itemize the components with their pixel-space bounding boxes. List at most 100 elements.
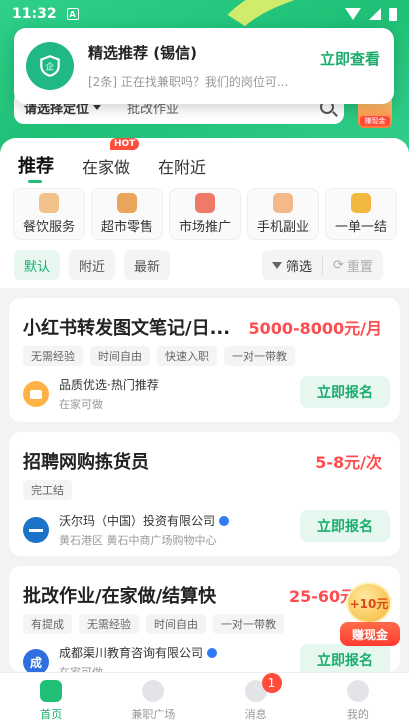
signal-icon	[369, 8, 381, 20]
shopping-bag-icon	[117, 193, 137, 213]
view-now-button[interactable]: 立即查看	[320, 48, 380, 69]
nav-label: 首页	[40, 707, 63, 721]
job-tag: 时间自由	[146, 614, 206, 634]
wifi-icon	[345, 8, 361, 20]
job-title: 招聘网购拣货员	[23, 452, 149, 473]
sort-default[interactable]: 默认	[14, 250, 61, 280]
sort-options: 默认 附近 最新	[14, 250, 171, 280]
walmart-logo-icon	[29, 528, 43, 532]
compass-icon	[142, 679, 165, 702]
filter-controls: 筛选 ⟳ 重置	[262, 250, 383, 280]
job-pay: 5-8元/次	[315, 453, 382, 472]
job-tags: 有提成 无需经验 时间自由 一对一带教	[23, 614, 284, 634]
briefcase-icon	[30, 389, 42, 399]
category-label: 一单一结	[334, 220, 387, 235]
tab-recommend[interactable]: 推荐	[18, 152, 54, 183]
category-label: 餐饮服务	[22, 220, 75, 235]
job-tag: 无需经验	[23, 346, 83, 366]
company-name: 成都渠川教育咨询有限公司	[59, 646, 204, 660]
category-phone-side-job[interactable]: 手机副业	[247, 188, 319, 240]
company-avatar	[23, 381, 49, 407]
battery-icon	[389, 7, 397, 21]
category-label: 手机副业	[256, 220, 309, 235]
apply-button[interactable]: 立即报名	[300, 510, 390, 542]
nav-label: 我的	[346, 707, 369, 721]
reset-button[interactable]: ⟳ 重置	[322, 255, 383, 275]
chef-icon	[39, 193, 59, 213]
sort-latest[interactable]: 最新	[124, 250, 171, 280]
tab-nearby[interactable]: 在附近	[158, 154, 206, 178]
reward-label: 赚现金	[340, 622, 400, 646]
filter-button[interactable]: 筛选	[262, 256, 322, 275]
company-avatar: 成	[23, 649, 49, 672]
job-card[interactable]: 招聘网购拣货员 5-8元/次 完工结 沃尔玛（中国）投资有限公司 黄石港区 黄石…	[9, 432, 400, 556]
profile-icon	[346, 679, 369, 702]
reset-label: 重置	[346, 259, 373, 275]
chevron-down-icon	[93, 104, 102, 110]
job-tags: 完工结	[23, 480, 72, 500]
message-count-badge: 1	[261, 673, 282, 693]
category-catering[interactable]: 餐饮服务	[13, 188, 85, 240]
push-notification[interactable]: 企 精选推荐 (锡信) [2条] 正在找兼职吗？我们的岗位可... 立即查看	[14, 28, 394, 104]
svg-text:企: 企	[46, 60, 55, 72]
nav-label: 兼职广场	[131, 707, 176, 721]
job-title: 批改作业/在家做/结算快	[23, 586, 217, 607]
category-per-order-pay[interactable]: 一单一结	[325, 188, 397, 240]
main-panel: 推荐 在家做 在附近 HOT 餐饮服务 超市零售 市场推广 手机副业 一单一结 …	[0, 138, 409, 288]
notification-subtitle: [2条] 正在找兼职吗？我们的岗位可...	[88, 75, 289, 89]
nav-messages[interactable]: 消息 1	[205, 673, 307, 728]
job-tag: 时间自由	[90, 346, 150, 366]
phone-icon	[273, 193, 293, 213]
filter-label: 筛选	[286, 259, 313, 275]
company-name: 沃尔玛（中国）投资有限公司	[59, 514, 216, 528]
category-retail[interactable]: 超市零售	[91, 188, 163, 240]
job-location: 黄石港区 黄石中商广场购物中心	[59, 534, 217, 547]
verified-icon	[207, 647, 218, 658]
job-tag: 一对一带教	[213, 614, 284, 634]
job-tags: 无需经验 时间自由 快速入职 一对一带教	[23, 346, 295, 366]
coins-icon	[351, 193, 371, 213]
tab-bar: 推荐 在家做 在附近	[18, 152, 206, 183]
category-label: 超市零售	[100, 220, 153, 235]
refresh-icon: ⟳	[333, 257, 344, 273]
job-tag: 一对一带教	[224, 346, 295, 366]
apply-button[interactable]: 立即报名	[300, 644, 390, 672]
apply-button[interactable]: 立即报名	[300, 376, 390, 408]
bottom-navigation: 首页 兼职广场 消息 1 我的	[0, 672, 409, 728]
job-location: 在家可做	[59, 398, 103, 411]
status-time: 11:32	[12, 6, 57, 22]
reward-amount: +10元	[349, 596, 389, 611]
nav-home[interactable]: 首页	[0, 673, 102, 728]
job-title: 小红书转发图文笔记/日...	[23, 318, 231, 339]
company-logo	[23, 517, 49, 543]
company-info: 沃尔玛（中国）投资有限公司 黄石港区 黄石中商广场购物中心	[23, 512, 230, 548]
category-promotion[interactable]: 市场推广	[169, 188, 241, 240]
job-location: 在家可做	[59, 664, 217, 672]
job-tag: 完工结	[23, 480, 72, 500]
category-label: 市场推广	[178, 220, 231, 235]
job-tag: 有提成	[23, 614, 72, 634]
sim-icon: A	[66, 8, 79, 20]
job-tag: 快速入职	[157, 346, 217, 366]
megaphone-icon	[195, 193, 215, 213]
red-packet-label: 赚现金	[360, 116, 390, 126]
status-bar: 11:32 A	[0, 0, 409, 28]
category-list: 餐饮服务 超市零售 市场推广 手机副业 一单一结	[13, 188, 397, 240]
sort-nearby[interactable]: 附近	[69, 250, 116, 280]
company-name: 品质优选·热门推荐	[59, 378, 159, 392]
job-card[interactable]: 小红书转发图文笔记/日... 5000-8000元/月 无需经验 时间自由 快速…	[9, 298, 400, 422]
job-tag: 无需经验	[79, 614, 139, 634]
nav-job-square[interactable]: 兼职广场	[102, 673, 204, 728]
job-pay: 5000-8000元/月	[248, 319, 382, 338]
app-logo-icon: 企	[26, 42, 74, 90]
company-info: 成 成都渠川教育咨询有限公司 在家可做	[23, 644, 218, 672]
nav-label: 消息	[244, 707, 267, 721]
home-icon	[40, 679, 63, 702]
nav-profile[interactable]: 我的	[307, 673, 409, 728]
tab-work-from-home[interactable]: 在家做	[82, 154, 130, 178]
earn-cash-floating-button[interactable]: +10元 赚现金	[340, 582, 400, 648]
coin-icon: +10元	[346, 582, 392, 624]
filter-icon	[272, 261, 282, 269]
company-info: 品质优选·热门推荐 在家可做	[23, 376, 159, 412]
hot-badge: HOT	[110, 138, 140, 150]
